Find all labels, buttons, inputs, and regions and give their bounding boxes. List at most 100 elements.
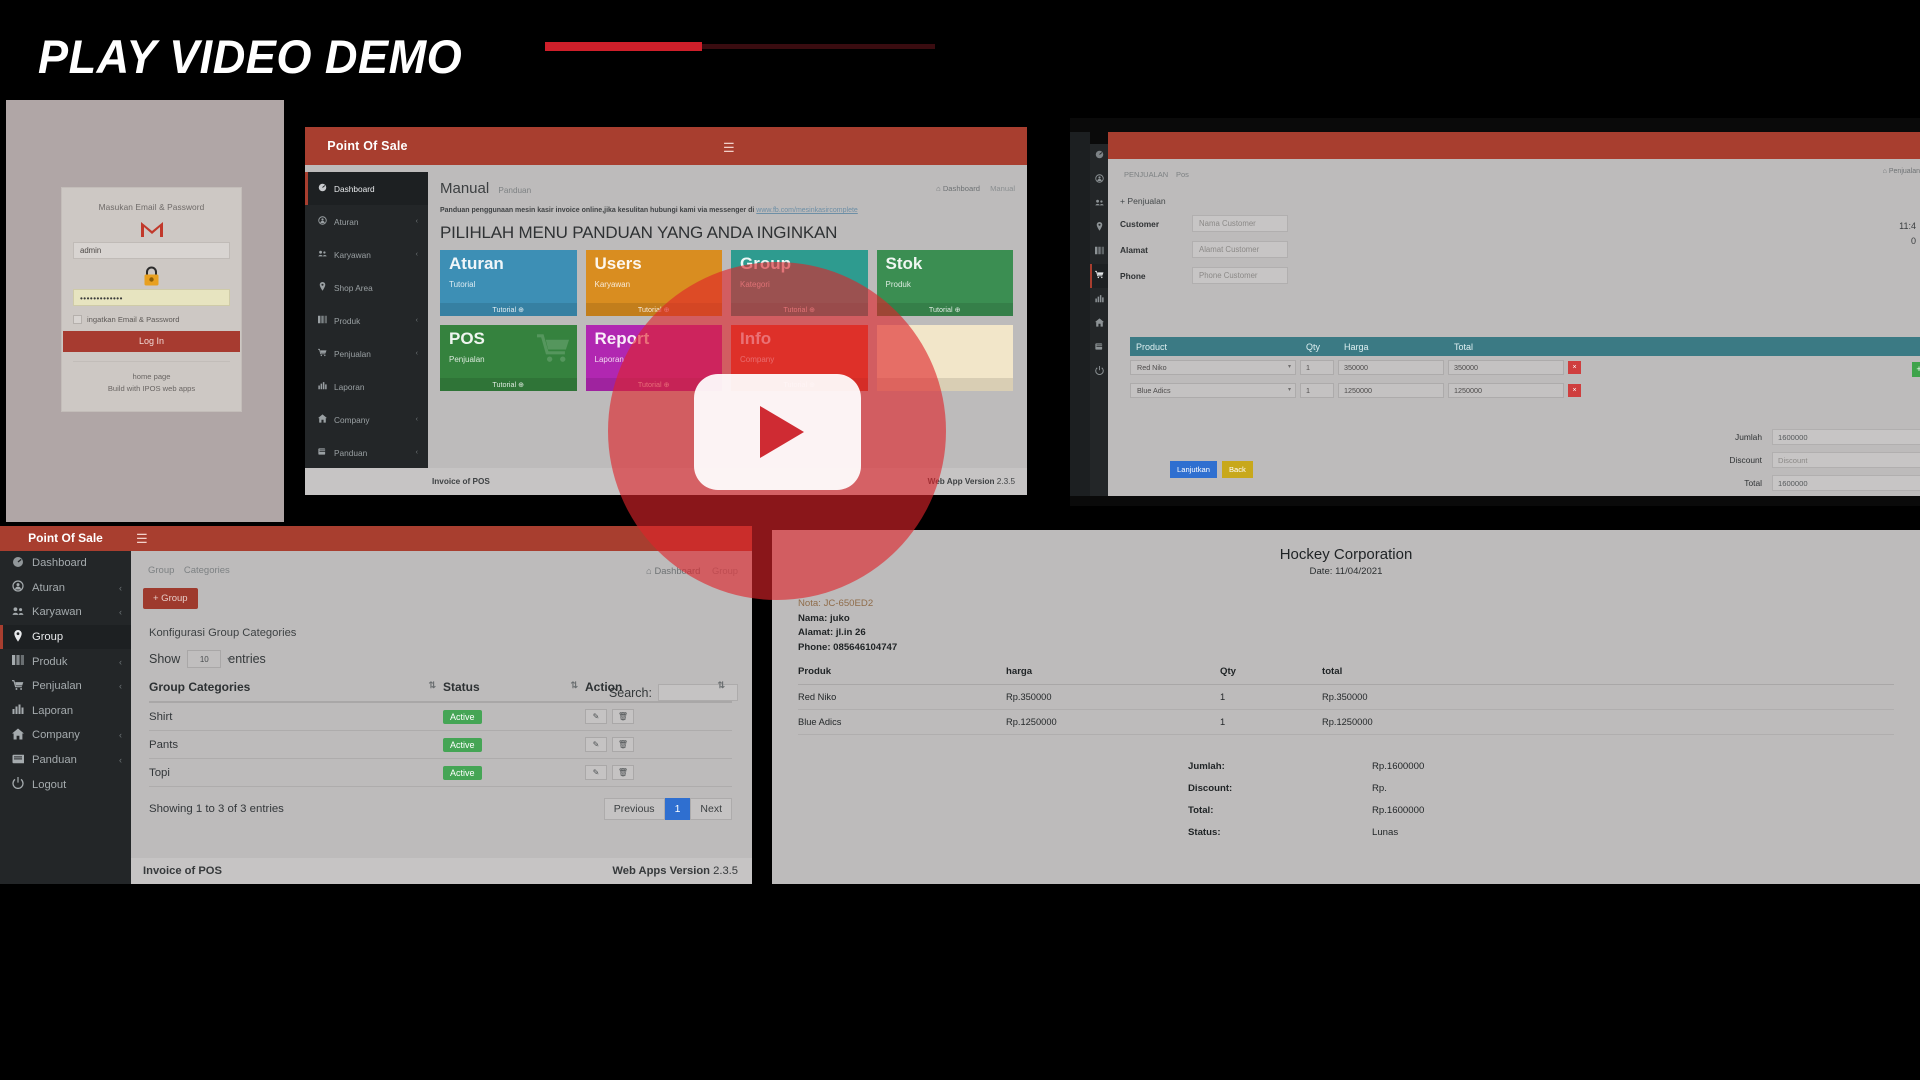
tutorial-tile-pos[interactable]: POS Penjualan Tutorial ⊕ [440,325,577,391]
sidebar-item-label: Company [334,414,370,425]
phone-input[interactable]: Phone Customer [1192,267,1288,284]
alamat-input[interactable]: Alamat Customer [1192,241,1288,258]
sidebar-item-label: Logout [32,778,67,791]
add-row-button[interactable]: + [1912,362,1920,377]
group-content: ⌂ Dashboard Group Group Categories + Gro… [131,551,752,884]
rail-user-circle-icon[interactable] [1090,168,1108,192]
rail-home-icon[interactable] [1090,312,1108,336]
power-icon [11,777,24,792]
sidebar-item-aturan[interactable]: Aturan ‹ [305,205,428,238]
total-input[interactable]: 350000 [1448,360,1564,375]
tile-footer[interactable]: Tutorial ⊕ [440,303,577,316]
tile-subtitle: Penjualan [449,355,485,364]
sidebar-item-penjualan[interactable]: Penjualan ‹ [0,674,131,699]
group-col-action[interactable]: Action ⇅ [585,680,732,694]
total-input[interactable]: 1250000 [1448,383,1564,398]
sidebar-item-karyawan[interactable]: Karyawan ‹ [0,600,131,625]
total-label: Discount [1729,455,1762,465]
group-col-group-categories[interactable]: Group Categories ⇅ [149,680,443,694]
home-page-link[interactable]: home page [62,371,241,383]
qty-input[interactable]: 1 [1300,360,1334,375]
sidebar-item-company[interactable]: Company ‹ [0,723,131,748]
map-pin-icon [317,282,327,293]
entries-select[interactable]: 10 [187,650,231,668]
tutorial-tile-stok[interactable]: Stok Produk Tutorial ⊕ [876,250,1013,316]
sidebar-item-group[interactable]: Group [0,624,131,650]
delete-button[interactable]: 🗑 [612,737,634,752]
harga-input[interactable]: 350000 [1338,360,1444,375]
password-field[interactable]: ••••••••••••• [73,289,230,306]
rail-chart-icon[interactable] [1090,288,1108,312]
summary-label: Total: [1188,804,1214,816]
rail-box-icon[interactable] [1090,240,1108,264]
rail-map-pin-icon[interactable] [1090,216,1108,240]
app-brand[interactable]: Point Of Sale [0,526,131,551]
rail-power-icon[interactable] [1090,360,1108,384]
rail-dashboard-icon[interactable] [1090,144,1108,168]
sidebar-item-aturan[interactable]: Aturan ‹ [0,576,131,601]
app-brand[interactable]: Point Of Sale [305,127,430,165]
dashboard-icon [317,183,327,194]
sidebar-item-laporan[interactable]: Laporan [305,370,428,403]
footer-version-value: 2.3.5 [996,477,1015,486]
sidebar-item-panduan[interactable]: Panduan ‹ [305,436,428,469]
qty-input[interactable]: 1 [1300,383,1334,398]
sidebar-item-shop-area[interactable]: Shop Area [305,271,428,304]
sidebar-item-laporan[interactable]: Laporan [0,699,131,724]
sidebar-item-dashboard[interactable]: Dashboard [0,551,131,576]
sidebar-item-logout[interactable]: Logout [0,772,131,797]
product-select[interactable]: Red Niko [1130,360,1296,375]
harga-input[interactable]: 1250000 [1338,383,1444,398]
delete-button[interactable]: 🗑 [612,709,634,724]
sidebar-item-karyawan[interactable]: Karyawan ‹ [305,238,428,271]
back-button[interactable]: Back [1221,461,1253,478]
login-button[interactable]: Log In [63,331,240,352]
hamburger-icon[interactable]: ☰ [136,531,148,547]
customer-input[interactable]: Nama Customer [1192,215,1288,232]
sidebar-item-dashboard[interactable]: Dashboard [305,172,428,205]
edit-button[interactable]: ✎ [585,737,607,752]
edit-button[interactable]: ✎ [585,709,607,724]
delete-button[interactable]: 🗑 [612,765,634,780]
play-button-icon[interactable] [694,374,861,490]
remember-checkbox[interactable] [73,315,82,324]
footer-left: Invoice of POS [143,865,222,877]
discount-input[interactable]: Discount [1772,452,1920,468]
group-title-tag: Categories [183,565,230,576]
group-col-status[interactable]: Status ⇅ [443,680,585,694]
rail-users-icon[interactable] [1090,192,1108,216]
total-input[interactable]: 1600000 [1772,475,1920,491]
sidebar-item-produk[interactable]: Produk ‹ [305,304,428,337]
delete-row-button[interactable]: × [1568,361,1581,374]
tutorial-tile-aturan[interactable]: Aturan Tutorial Tutorial ⊕ [440,250,577,316]
manual-description-link[interactable]: www.fb.com/mesinkasircomplete [756,207,858,214]
sidebar-item-panduan[interactable]: Panduan ‹ [0,748,131,773]
add-group-button[interactable]: + Group [143,588,198,609]
sidebar-item-penjualan[interactable]: Penjualan ‹ [305,337,428,370]
email-field[interactable]: admin [73,242,230,259]
invoice-produk: Blue Adics [798,716,842,727]
pager-previous[interactable]: Previous [603,798,665,820]
remember-row[interactable]: ingatkan Email & Password [73,315,230,324]
pager-next[interactable]: Next [690,798,732,820]
pos-breadcrumb-text: Penjualan [1888,168,1920,175]
tile-footer[interactable]: Tutorial ⊕ [440,378,577,391]
status-badge: Active [443,709,482,724]
cart-icon [317,348,327,359]
breadcrumb-home[interactable]: Dashboard [943,184,980,193]
jumlah-input[interactable]: 1600000 [1772,429,1920,445]
pos-title: PENJUALAN Pos [1120,165,1920,180]
sidebar-item-company[interactable]: Company ‹ [305,403,428,436]
edit-button[interactable]: ✎ [585,765,607,780]
rail-cart-icon[interactable] [1090,264,1108,288]
rail-book-icon[interactable] [1090,336,1108,360]
pos-table-header: Product Qty Harga Total [1130,337,1920,356]
delete-row-button[interactable]: × [1568,384,1581,397]
group-table-body: Shirt Active ✎ 🗑 Pants Active ✎ 🗑 Topi Active ✎ 🗑 [149,703,732,787]
lanjutkan-button[interactable]: Lanjutkan [1170,461,1217,478]
add-penjualan-link[interactable]: + Penjualan [1120,196,1920,206]
hamburger-icon[interactable]: ☰ [723,140,735,156]
product-select[interactable]: Blue Adics [1130,383,1296,398]
sidebar-item-produk[interactable]: Produk ‹ [0,649,131,674]
pager-1[interactable]: 1 [664,798,691,820]
